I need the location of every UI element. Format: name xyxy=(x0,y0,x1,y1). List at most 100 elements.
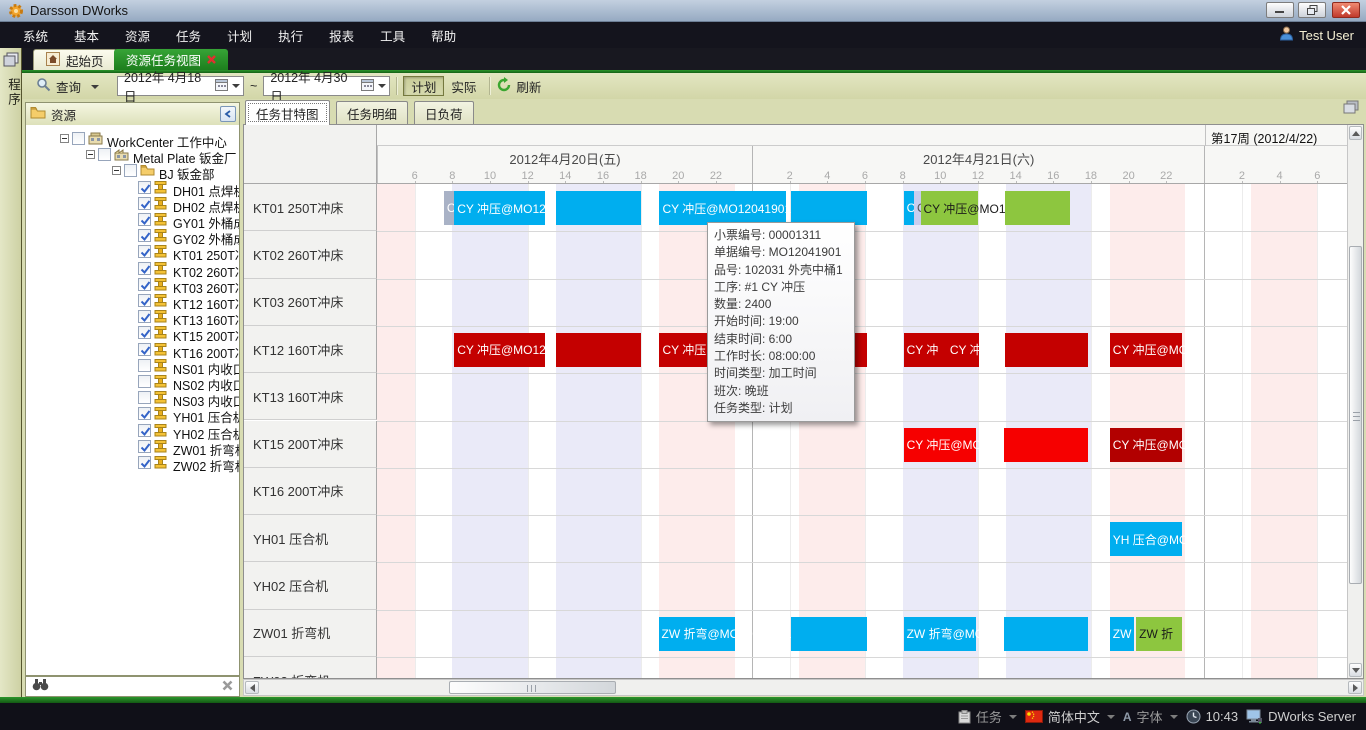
tree-item[interactable]: WorkCenter 工作中心 xyxy=(26,131,239,147)
program-strip-label[interactable]: 程序 xyxy=(4,78,23,107)
gantt-task-bar[interactable]: CY 冲 xyxy=(904,333,947,367)
menu-item-9[interactable]: 帮助 xyxy=(418,21,469,50)
gantt-task-bar[interactable] xyxy=(1005,191,1070,225)
tree-checkbox[interactable] xyxy=(138,343,151,356)
tree-checkbox[interactable] xyxy=(138,424,151,437)
menu-item-1[interactable]: 系统 xyxy=(10,21,61,50)
tree-item[interactable]: KT12 160T冲床 xyxy=(26,293,239,309)
gantt-task-bar[interactable]: ZW 折 xyxy=(1136,617,1182,651)
tab-close-icon[interactable] xyxy=(207,53,216,67)
gantt-task-bar[interactable] xyxy=(556,191,641,225)
tree-item[interactable]: KT01 250T冲床 xyxy=(26,244,239,260)
gantt-task-bar[interactable]: CY 冲压@MO1 xyxy=(1110,428,1182,462)
tree-checkbox[interactable] xyxy=(138,213,151,226)
tree-item[interactable]: ZW01 折弯机 xyxy=(26,439,239,455)
tree-checkbox[interactable] xyxy=(138,245,151,258)
date-to-input[interactable]: 2012年 4月30日 xyxy=(263,76,390,96)
scroll-left-button[interactable] xyxy=(245,681,259,694)
tree-item[interactable]: DH01 点焊机 xyxy=(26,180,239,196)
date-from-input[interactable]: 2012年 4月18日 xyxy=(117,76,244,96)
tree-item[interactable]: YH01 压合机 xyxy=(26,406,239,422)
tree-item[interactable]: KT15 200T冲床 xyxy=(26,325,239,341)
tree-checkbox[interactable] xyxy=(138,326,151,339)
gantt-task-bar[interactable]: CY 冲压@MO12041901 xyxy=(454,191,544,225)
calendar-icon[interactable] xyxy=(361,78,374,94)
restore-button[interactable] xyxy=(1298,2,1326,18)
refresh-icon[interactable] xyxy=(496,77,512,96)
tree-checkbox[interactable] xyxy=(138,181,151,194)
gantt-task-bar[interactable]: CY 冲压@MO12041901 xyxy=(659,191,785,225)
tree-item[interactable]: KT02 260T冲床 xyxy=(26,261,239,277)
actual-toggle-button[interactable]: 实际 xyxy=(444,76,483,96)
gantt-task-bar[interactable] xyxy=(1004,617,1088,651)
tree-item[interactable]: BJ 钣金部 xyxy=(26,163,239,179)
gantt-task-bar[interactable]: CY 冲压@MO12041903 xyxy=(904,428,976,462)
gantt-task-bar[interactable]: ZW xyxy=(1110,617,1134,651)
menu-item-6[interactable]: 执行 xyxy=(265,21,316,50)
gantt-task-bar[interactable]: C xyxy=(914,191,921,225)
gantt-task-bar[interactable] xyxy=(556,333,641,367)
tab-home-page[interactable]: 起始页 xyxy=(33,49,117,70)
status-font-menu[interactable]: A 字体 xyxy=(1123,707,1178,726)
tree-checkbox[interactable] xyxy=(138,262,151,275)
menu-item-5[interactable]: 计划 xyxy=(214,21,265,50)
status-language-menu[interactable]: 简体中文 xyxy=(1025,707,1115,726)
calendar-icon[interactable] xyxy=(215,78,228,94)
status-task-menu[interactable]: 任务 xyxy=(958,707,1017,726)
gantt-task-bar[interactable] xyxy=(1005,333,1088,367)
gantt-task-bar[interactable]: ZW 折弯@MO12041901 xyxy=(904,617,976,651)
tree-item[interactable]: NS01 内收口机 xyxy=(26,358,239,374)
scroll-right-button[interactable] xyxy=(1348,681,1362,694)
tree-checkbox[interactable] xyxy=(138,310,151,323)
tree-expander-icon[interactable] xyxy=(60,134,69,143)
tree-checkbox[interactable] xyxy=(138,359,151,372)
search-button[interactable]: 查询 xyxy=(56,77,81,96)
tree-checkbox[interactable] xyxy=(138,375,151,388)
gantt-task-bar[interactable]: CY 冲压@MO12041902 xyxy=(921,191,978,225)
gantt-task-bar[interactable]: YH 压合@MO1 xyxy=(1110,522,1182,556)
panes-icon[interactable] xyxy=(3,52,19,73)
plan-toggle-button[interactable]: 计划 xyxy=(403,76,444,96)
gantt-task-bar[interactable] xyxy=(1004,428,1088,462)
tree-checkbox[interactable] xyxy=(98,148,111,161)
tree-item[interactable]: Metal Plate 钣金厂 xyxy=(26,147,239,163)
minimize-button[interactable] xyxy=(1266,2,1294,18)
date-from-dropdown-icon[interactable] xyxy=(232,84,240,88)
gantt-task-bar[interactable]: C xyxy=(444,191,454,225)
gantt-task-bar[interactable]: ZW 折弯@MO12041901 xyxy=(659,617,735,651)
refresh-button[interactable]: 刷新 xyxy=(516,77,541,96)
tree-checkbox[interactable] xyxy=(138,294,151,307)
gantt-tab-3[interactable]: 日负荷 xyxy=(414,101,474,124)
tree-checkbox[interactable] xyxy=(138,197,151,210)
tree-item[interactable]: NS02 内收口机 xyxy=(26,374,239,390)
search-dropdown-icon[interactable] xyxy=(91,85,99,89)
tree-item[interactable]: YH02 压合机 xyxy=(26,423,239,439)
scroll-up-button[interactable] xyxy=(1349,126,1362,140)
gantt-tab-2[interactable]: 任务明细 xyxy=(336,101,408,124)
gantt-task-bar[interactable] xyxy=(791,191,866,225)
tree-item[interactable]: KT03 260T冲床 xyxy=(26,277,239,293)
menu-item-4[interactable]: 任务 xyxy=(163,21,214,50)
vertical-scrollbar[interactable] xyxy=(1347,125,1363,678)
tree-item[interactable]: GY01 外桶成型机 xyxy=(26,212,239,228)
gantt-task-bar[interactable]: CY 冲压@MO12041904 xyxy=(454,333,544,367)
vscroll-thumb[interactable] xyxy=(1349,246,1362,584)
tree-item[interactable]: GY02 外桶成型机 xyxy=(26,228,239,244)
gantt-task-bar[interactable]: C xyxy=(904,191,914,225)
tree-checkbox[interactable] xyxy=(124,164,137,177)
tree-expander-icon[interactable] xyxy=(112,166,121,175)
tree-checkbox[interactable] xyxy=(72,132,85,145)
tree-checkbox[interactable] xyxy=(138,440,151,453)
tree-expander-icon[interactable] xyxy=(86,150,95,159)
menu-item-2[interactable]: 基本 xyxy=(61,21,112,50)
tree-item[interactable]: NS03 内收口机 xyxy=(26,390,239,406)
menu-item-3[interactable]: 资源 xyxy=(112,21,163,50)
horizontal-scrollbar[interactable] xyxy=(243,679,1364,696)
scroll-down-button[interactable] xyxy=(1349,663,1362,677)
collapse-panel-button[interactable] xyxy=(220,106,236,122)
date-to-dropdown-icon[interactable] xyxy=(378,84,386,88)
tree-checkbox[interactable] xyxy=(138,456,151,469)
gantt-task-bar[interactable]: CY 冲压@MO12041904 xyxy=(947,333,979,367)
tab-overflow-icon[interactable] xyxy=(1342,99,1360,120)
tree-item[interactable]: KT13 160T冲床 xyxy=(26,309,239,325)
